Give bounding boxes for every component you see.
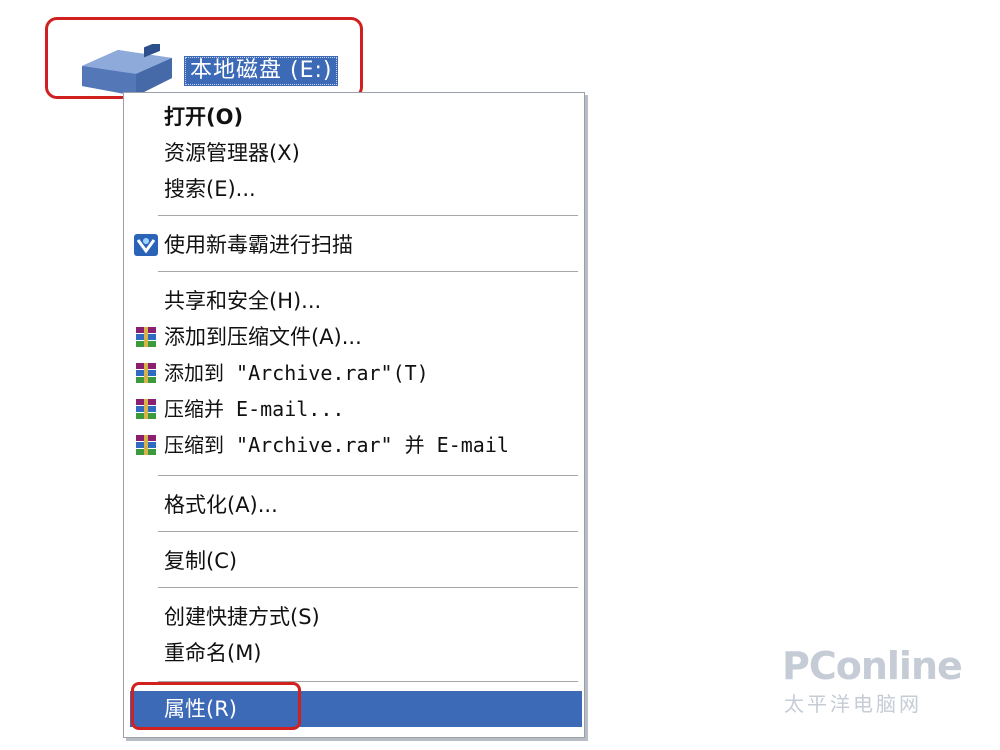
menu-separator [158, 681, 578, 682]
menu-item-format[interactable]: 格式化(A)... [124, 487, 584, 523]
menu-separator [158, 587, 578, 588]
menu-item-rename[interactable]: 重命名(M) [124, 635, 584, 671]
menu-item-search[interactable]: 搜索(E)... [124, 171, 584, 207]
winrar-icon [136, 327, 156, 347]
antivirus-scan-icon [134, 234, 158, 256]
watermark-subtitle: 太平洋电脑网 [784, 692, 922, 716]
menu-separator [158, 215, 578, 216]
menu-item-antivirus-scan[interactable]: 使用新毒霸进行扫描 [124, 227, 584, 263]
menu-separator [158, 531, 578, 532]
menu-item-add-to-archive-rar[interactable]: 添加到 "Archive.rar"(T) [124, 355, 584, 391]
watermark-logo: PConline [782, 644, 963, 688]
menu-item-copy[interactable]: 复制(C) [124, 543, 584, 579]
menu-separator [158, 475, 578, 476]
menu-item-properties[interactable]: 属性(R) [130, 691, 582, 727]
winrar-icon [136, 399, 156, 419]
context-menu: 打开(O) 资源管理器(X) 搜索(E)... 使用新毒霸进行扫描 共享和安全(… [123, 92, 585, 738]
menu-item-create-shortcut[interactable]: 创建快捷方式(S) [124, 599, 584, 635]
winrar-icon [136, 363, 156, 383]
menu-separator [158, 271, 578, 272]
winrar-icon [136, 435, 156, 455]
menu-item-compress-to-rar-email[interactable]: 压缩到 "Archive.rar" 并 E-mail [124, 427, 584, 463]
watermark: PConline 太平洋电脑网 [782, 636, 982, 716]
menu-item-add-to-archive[interactable]: 添加到压缩文件(A)... [124, 319, 584, 355]
drive-label: 本地磁盘 (E:) [184, 56, 339, 86]
menu-item-explore[interactable]: 资源管理器(X) [124, 135, 584, 171]
menu-item-sharing-security[interactable]: 共享和安全(H)... [124, 283, 584, 319]
menu-item-open[interactable]: 打开(O) [124, 99, 584, 135]
menu-item-compress-email[interactable]: 压缩并 E-mail... [124, 391, 584, 427]
